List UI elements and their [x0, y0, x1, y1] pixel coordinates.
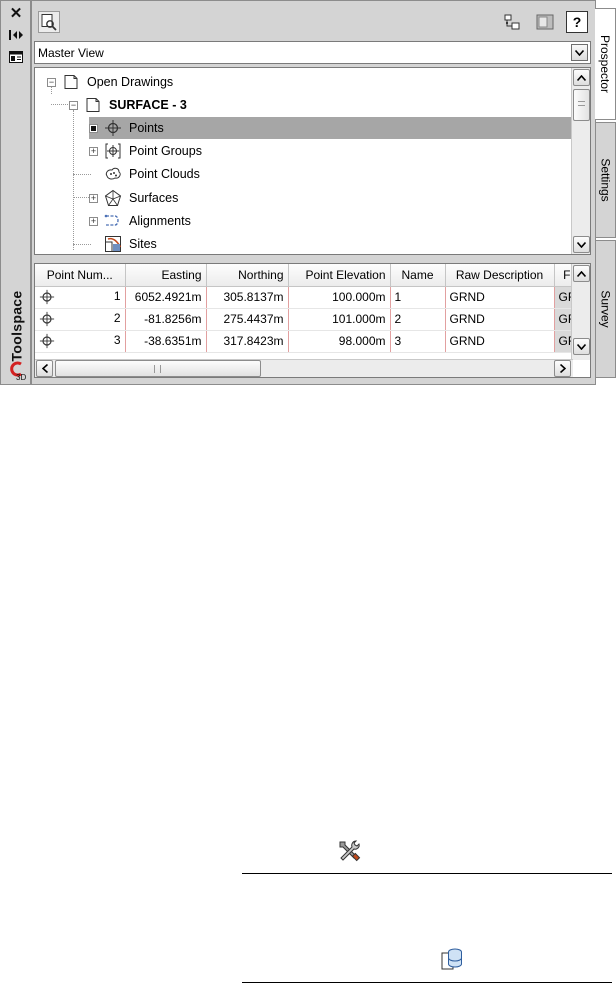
- surface-icon: [104, 189, 122, 207]
- site-icon: [104, 235, 122, 253]
- point-icon: [104, 119, 122, 137]
- point-icon: [39, 311, 55, 327]
- scroll-up-icon[interactable]: [573, 69, 590, 86]
- prospector-toolbar: ?: [34, 5, 592, 37]
- tools-icon: [336, 838, 362, 864]
- scroll-left-icon[interactable]: [36, 360, 53, 377]
- points-grid: Point Num... Easting Northing Point Elev…: [35, 264, 581, 353]
- table-vertical-scrollbar[interactable]: [571, 264, 590, 360]
- divider-top: [242, 873, 612, 874]
- cell-northing: 275.4437m: [206, 308, 289, 331]
- tree-item-sites[interactable]: Sites: [104, 233, 564, 254]
- point-icon: [39, 333, 55, 349]
- column-header-point-elevation[interactable]: Point Elevation: [288, 264, 391, 287]
- civil3d-logo-icon: 3D: [9, 361, 27, 382]
- tab-survey[interactable]: Survey: [596, 240, 616, 378]
- prospector-panel: ? Master View − Open Drawings − SURFACE: [31, 0, 596, 385]
- cell-easting: 6052.4921m: [125, 286, 207, 309]
- column-header-raw-description[interactable]: Raw Description: [445, 264, 555, 287]
- properties-icon[interactable]: [7, 49, 25, 65]
- point-group-icon: [104, 142, 122, 160]
- table-horizontal-scrollbar[interactable]: [35, 359, 573, 377]
- cell-easting: -81.8256m: [125, 308, 207, 331]
- cell-northing: 305.8137m: [206, 286, 289, 309]
- scroll-right-icon[interactable]: [554, 360, 571, 377]
- column-header-easting[interactable]: Easting: [125, 264, 207, 287]
- tree-item-surface-3[interactable]: − SURFACE - 3: [69, 94, 569, 116]
- tree-item-open-drawings[interactable]: − Open Drawings: [47, 71, 567, 93]
- cell-raw-description: GRND: [445, 330, 555, 353]
- cell-point-number-value: 3: [113, 333, 121, 347]
- table-row[interactable]: 2 -81.8256m 275.4437m 101.000m 2 GRND GF: [35, 308, 581, 331]
- cell-point-number: 3: [35, 330, 126, 353]
- cell-point-number-value: 2: [113, 311, 121, 325]
- tab-prospector[interactable]: Prospector: [595, 8, 616, 120]
- point-icon: [39, 289, 55, 305]
- cell-raw-description: GRND: [445, 308, 555, 331]
- cell-raw-description: GRND: [445, 286, 555, 309]
- search-icon[interactable]: [38, 11, 60, 33]
- scroll-down-icon[interactable]: [573, 236, 590, 253]
- collapse-icon[interactable]: −: [69, 100, 78, 110]
- toolspace-strip: ✕ Toolspace 3D: [0, 0, 31, 385]
- close-icon[interactable]: ✕: [7, 5, 25, 22]
- tree-item-alignments[interactable]: + Alignments: [89, 210, 569, 232]
- cell-easting: -38.6351m: [125, 330, 207, 353]
- prospector-tree: − Open Drawings − SURFACE - 3 Points + P…: [34, 67, 591, 255]
- panel-icon[interactable]: [534, 11, 556, 33]
- table-scroll-thumb[interactable]: [55, 360, 261, 377]
- point-cloud-icon: [104, 165, 122, 183]
- item-view-icon[interactable]: [501, 11, 523, 33]
- column-header-northing[interactable]: Northing: [206, 264, 289, 287]
- table-header-row: Point Num... Easting Northing Point Elev…: [35, 264, 581, 287]
- expand-icon[interactable]: +: [89, 146, 98, 156]
- cell-point-number: 1: [35, 286, 126, 309]
- view-dropdown-value: Master View: [38, 45, 104, 60]
- drawing-icon: [84, 96, 102, 114]
- collapse-icon[interactable]: −: [47, 77, 56, 87]
- cell-point-elevation: 100.000m: [288, 286, 391, 309]
- cell-name: 2: [390, 308, 446, 331]
- tree-item-surfaces[interactable]: + Surfaces: [89, 187, 569, 209]
- svg-text:3D: 3D: [16, 373, 26, 381]
- divider-bottom: [242, 982, 612, 983]
- cell-point-number: 2: [35, 308, 126, 331]
- help-icon[interactable]: ?: [566, 11, 588, 33]
- scroll-down-icon[interactable]: [573, 338, 590, 355]
- auto-hide-icon[interactable]: [7, 27, 25, 43]
- table-row[interactable]: 1 6052.4921m 305.8137m 100.000m 1 GRND G…: [35, 286, 581, 309]
- cell-point-number-value: 1: [113, 289, 121, 303]
- cell-name: 1: [390, 286, 446, 309]
- points-table: Point Num... Easting Northing Point Elev…: [34, 263, 591, 378]
- column-header-point-number[interactable]: Point Num...: [35, 264, 126, 287]
- chevron-down-icon[interactable]: [571, 44, 588, 61]
- expand-icon[interactable]: +: [89, 193, 98, 203]
- alignment-icon: [104, 212, 122, 230]
- table-row[interactable]: 3 -38.6351m 317.8423m 98.000m 3 GRND GF: [35, 330, 581, 353]
- cell-northing: 317.8423m: [206, 330, 289, 353]
- tree-scrollbar[interactable]: [571, 68, 590, 254]
- database-icon: [440, 946, 464, 972]
- tab-settings[interactable]: Settings: [596, 122, 616, 238]
- column-header-name[interactable]: Name: [390, 264, 446, 287]
- view-dropdown[interactable]: Master View: [34, 41, 591, 64]
- scroll-up-icon[interactable]: [573, 265, 590, 282]
- item-view-marker-icon: [89, 123, 98, 133]
- tree-item-point-groups[interactable]: + Point Groups: [89, 140, 569, 162]
- cell-point-elevation: 98.000m: [288, 330, 391, 353]
- toolspace-title: Toolspace: [8, 290, 25, 362]
- tree-scroll-thumb[interactable]: [573, 89, 590, 121]
- expand-icon[interactable]: +: [89, 216, 98, 226]
- cell-point-elevation: 101.000m: [288, 308, 391, 331]
- cell-name: 3: [390, 330, 446, 353]
- drawing-folder-icon: [62, 73, 80, 91]
- tree-item-points[interactable]: Points: [89, 117, 571, 139]
- tree-item-point-clouds[interactable]: Point Clouds: [104, 163, 564, 185]
